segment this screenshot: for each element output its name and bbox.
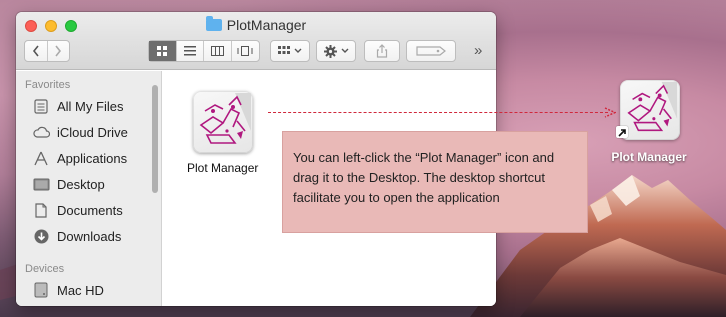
chevron-left-icon <box>32 45 39 57</box>
applications-icon <box>32 150 50 166</box>
arrange-grid-icon <box>278 46 290 54</box>
sidebar-item-icloud-drive[interactable]: iCloud Drive <box>32 121 128 143</box>
columns-icon <box>210 46 224 56</box>
instruction-callout: You can left-click the “Plot Manager” ic… <box>282 131 588 233</box>
sidebar-item-label: Mac HD <box>57 282 104 298</box>
sidebar-scrollbar[interactable] <box>152 85 158 193</box>
sidebar-item-label: Desktop <box>57 176 105 192</box>
sidebar-item-applications[interactable]: Applications <box>32 147 127 169</box>
plot-manager-app-icon[interactable] <box>193 91 253 153</box>
sidebar: Favorites All My Files iCloud Drive Appl… <box>16 71 162 306</box>
cloud-icon <box>32 124 50 140</box>
grid-icon <box>157 46 168 56</box>
sidebar-item-documents[interactable]: Documents <box>32 199 123 221</box>
sidebar-item-label: Documents <box>57 202 123 218</box>
navigation-buttons <box>24 40 70 62</box>
alias-badge-icon <box>616 126 628 138</box>
window-title: PlotManager <box>16 16 496 33</box>
gear-icon <box>323 44 337 58</box>
sidebar-item-label: Applications <box>57 150 128 166</box>
arrow-head-icon <box>604 107 616 118</box>
window-title-text: PlotManager <box>226 17 307 33</box>
sidebar-item-label: iCloud Drive <box>57 124 128 140</box>
downloads-icon <box>32 228 50 244</box>
desktop-icon <box>32 176 50 192</box>
icon-view-button[interactable] <box>149 41 177 61</box>
view-mode-control <box>148 40 260 62</box>
plot-manager-logo-icon <box>199 93 251 144</box>
share-icon <box>376 44 388 58</box>
favorites-heading: Favorites <box>25 79 71 91</box>
devices-heading: Devices <box>25 263 65 275</box>
folder-icon <box>205 16 222 31</box>
arrange-button[interactable] <box>270 40 310 62</box>
hard-drive-icon <box>32 282 50 298</box>
documents-icon <box>32 202 50 218</box>
desktop-shortcut-icon[interactable] <box>620 80 680 140</box>
share-button[interactable] <box>364 40 400 62</box>
chevron-down-icon <box>341 48 348 53</box>
plot-manager-logo-icon <box>627 81 678 132</box>
action-button[interactable] <box>316 40 356 62</box>
toolbar-overflow-button[interactable]: » <box>474 42 482 59</box>
desktop-shortcut-label: Plot Manager <box>611 150 687 164</box>
cover-flow-icon <box>237 46 253 56</box>
list-icon <box>183 46 196 56</box>
forward-button[interactable] <box>48 41 70 61</box>
chevron-right-icon <box>55 45 62 57</box>
tags-button[interactable] <box>406 40 456 62</box>
sidebar-item-all-my-files[interactable]: All My Files <box>32 95 123 117</box>
sidebar-item-label: All My Files <box>57 98 124 114</box>
tag-icon <box>416 46 446 56</box>
all-files-icon <box>32 98 50 114</box>
sidebar-item-mac-hd[interactable]: Mac HD <box>32 279 104 301</box>
sidebar-item-downloads[interactable]: Downloads <box>32 225 121 247</box>
cover-flow-button[interactable] <box>232 41 259 61</box>
sidebar-item-desktop[interactable]: Desktop <box>32 173 105 195</box>
list-view-button[interactable] <box>177 41 204 61</box>
drag-arrow-line <box>268 112 608 113</box>
chevron-down-icon <box>294 48 302 53</box>
column-view-button[interactable] <box>204 41 232 61</box>
back-button[interactable] <box>25 41 48 61</box>
window-toolbar: PlotManager » <box>16 12 496 70</box>
sidebar-item-label: Downloads <box>57 228 122 244</box>
plot-manager-app-label: Plot Manager <box>187 161 259 175</box>
